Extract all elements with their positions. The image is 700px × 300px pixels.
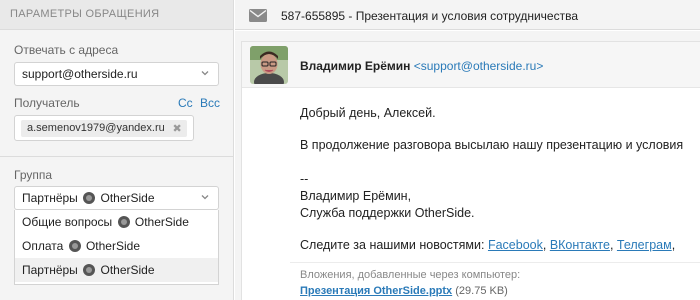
sender-name: Владимир Ерёмин [300, 59, 411, 73]
greeting: Добрый день, Алексей. [300, 106, 436, 120]
group-option-label: Оплата [22, 239, 64, 253]
message-area: Владимир Ерёмин <support@otherside.ru> Д… [235, 31, 700, 300]
social-line: Следите за нашими новостями: Facebook, В… [300, 238, 676, 252]
otherside-logo-icon [83, 264, 96, 276]
attachment-link[interactable]: Презентация OtherSide.pptx [300, 285, 452, 297]
envelope-icon [249, 9, 267, 22]
facebook-link[interactable]: Facebook [488, 238, 543, 252]
recipient-chip-email: a.semenov1979@yandex.ru [27, 122, 165, 134]
reply-from-value: support@otherside.ru [22, 67, 138, 81]
otherside-logo-icon [68, 240, 81, 252]
group-label: Группа [14, 168, 53, 182]
ticket-params-panel: ПАРАМЕТРЫ ОБРАЩЕНИЯ Отвечать с адреса su… [0, 0, 234, 300]
otherside-logo-icon [117, 216, 130, 228]
divider [0, 156, 233, 157]
panel-header: ПАРАМЕТРЫ ОБРАЩЕНИЯ [0, 0, 233, 30]
group-select[interactable]: Партнёры OtherSide [14, 186, 219, 210]
attachments-divider [290, 262, 700, 263]
recipient-label: Получатель [14, 96, 80, 110]
telegram-link[interactable]: Телеграм [617, 238, 672, 252]
message-header: Владимир Ерёмин <support@otherside.ru> [242, 42, 700, 88]
message-card: Владимир Ерёмин <support@otherside.ru> Д… [241, 41, 700, 300]
group-option[interactable]: Общие вопросы OtherSide [15, 210, 218, 234]
group-selected-prefix: Партнёры [22, 191, 78, 205]
chevron-down-icon [201, 195, 209, 200]
recipient-input[interactable]: a.semenov1979@yandex.ru ✖ [14, 115, 194, 141]
attachment-size: (29.75 KB) [455, 285, 508, 297]
otherside-logo-icon [83, 192, 96, 204]
signature-team: Служба поддержки OtherSide. [300, 206, 475, 220]
cc-link[interactable]: Cc [178, 96, 193, 110]
recipient-chip[interactable]: a.semenov1979@yandex.ru ✖ [21, 120, 187, 137]
group-option-suffix: OtherSide [85, 239, 140, 253]
group-dropdown-list: Общие вопросы OtherSide Оплата OtherSide… [14, 210, 219, 285]
group-selected-suffix: OtherSide [100, 191, 155, 205]
group-option-suffix: OtherSide [134, 215, 189, 229]
vkontakte-link[interactable]: ВКонтакте [550, 238, 610, 252]
group-option-suffix: OtherSide [100, 263, 155, 277]
ticket-topbar: 587-655895 - Презентация и условия сотру… [235, 0, 700, 30]
group-option-label: Партнёры [22, 263, 78, 277]
social-intro: Следите за нашими новостями: [300, 238, 485, 252]
attachments-label: Вложения, добавленные через компьютер: [300, 269, 521, 281]
sender-email[interactable]: <support@otherside.ru> [414, 59, 544, 73]
body-line: В продолжение разговора высылаю нашу пре… [300, 138, 684, 152]
reply-from-label: Отвечать с адреса [14, 43, 119, 57]
avatar [250, 46, 288, 84]
chevron-down-icon [201, 71, 209, 76]
group-option[interactable]: Оплата OtherSide [15, 234, 218, 258]
attachment-item: Презентация OtherSide.pptx (29.75 KB) [300, 285, 508, 297]
ticket-title: 587-655895 - Презентация и условия сотру… [281, 9, 579, 23]
group-option-label: Общие вопросы [22, 215, 113, 229]
bcc-link[interactable]: Bcc [200, 96, 220, 110]
sender-line: Владимир Ерёмин <support@otherside.ru> [300, 59, 543, 73]
close-icon[interactable]: ✖ [173, 122, 182, 135]
group-option-selected[interactable]: Партнёры OtherSide [15, 258, 218, 282]
signature-dash: -- [300, 172, 309, 186]
reply-from-select[interactable]: support@otherside.ru [14, 62, 219, 86]
signature-name: Владимир Ерёмин, [300, 189, 412, 203]
